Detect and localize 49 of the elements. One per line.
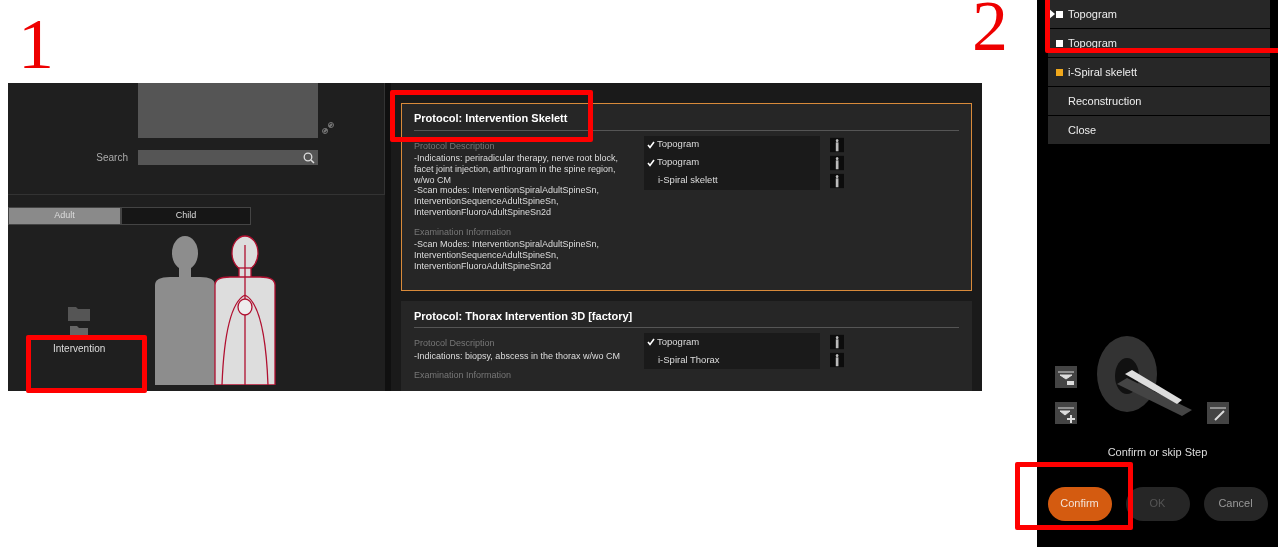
step-label: i-Spiral skelett — [658, 173, 718, 188]
step-label: i-Spiral Thorax — [658, 353, 720, 368]
workflow-step[interactable]: Reconstruction — [1048, 87, 1270, 115]
workflow-step[interactable]: Topogram — [1048, 0, 1270, 28]
section-text: -Scan Modes: InterventionSpiralAdultSpineSn, InterventionSequenceAdultSpineSn, InterventionFluoroAdultSpineSn2d — [414, 239, 601, 272]
annotation-number: 2 — [972, 0, 1008, 62]
step-label: Topogram — [1068, 6, 1117, 22]
section-heading: Protocol Description — [414, 139, 496, 153]
link-icon — [321, 121, 335, 135]
scan-icon — [829, 352, 844, 369]
search-label: Search — [95, 151, 128, 165]
step-label: Close — [1068, 122, 1097, 138]
step-label: Topogram — [1068, 35, 1117, 51]
status-message: Confirm or skip Step — [1106, 445, 1209, 460]
step-label: Topogram — [657, 335, 700, 350]
scan-icon — [829, 154, 844, 171]
table-icon — [1055, 366, 1077, 388]
protocol-title: Protocol: Thorax Intervention 3D [factory] — [414, 307, 959, 329]
protocol-card[interactable]: Protocol: Thorax Intervention 3D [factory] Protocol Description -Indications: biopsy, abscess in the thorax w/wo CM Examination Information Topogram i-Spiral Thorax — [401, 300, 972, 391]
scan-icon — [829, 136, 844, 153]
section-heading: Examination Information — [414, 225, 513, 239]
folder-item[interactable]: Intervention — [53, 341, 106, 356]
scan-icon — [829, 172, 844, 189]
step-label: Topogram — [657, 137, 700, 152]
section-heading: Protocol Description — [414, 337, 496, 351]
protocol-title: Protocol: Intervention Skelett — [414, 110, 959, 131]
step-label: Reconstruction — [1068, 93, 1142, 109]
folder-icon — [70, 325, 89, 337]
tab[interactable]: Child — [121, 207, 251, 225]
scan-step[interactable]: Topogram — [644, 333, 820, 352]
search-icon — [303, 151, 315, 164]
scan-step[interactable]: Topogram — [644, 135, 820, 154]
edit-icon — [1207, 402, 1229, 424]
section-text: -Indications: periradicular therapy, nerve root block, facet joint injection, arthrogram in the spine region, w/wo CM -Scan modes: InterventionSpiralAdultSpineSn, InterventionSequenceAdultSpineSn, InterventionFluoroAdultSpineSn2d — [414, 153, 619, 218]
folder-icon — [68, 305, 91, 321]
step-label: i-Spiral skelett — [1068, 64, 1138, 80]
scan-step[interactable]: i-Spiral Thorax — [644, 351, 820, 370]
section-heading: Examination Information — [414, 369, 513, 383]
table-move-icon — [1055, 402, 1077, 424]
workflow-step[interactable]: i-Spiral skelett — [1048, 58, 1270, 86]
workflow-step[interactable]: Close — [1048, 116, 1270, 144]
annotation-number: 1 — [18, 8, 54, 80]
action-button[interactable]: Cancel — [1203, 486, 1268, 521]
text-area[interactable] — [138, 83, 318, 138]
search-field[interactable] — [138, 150, 318, 165]
section-text: -Indications: biopsy, abscess in the thorax w/wo CM — [414, 350, 621, 362]
step-label: Topogram — [657, 155, 700, 170]
protocol-card[interactable] — [401, 103, 972, 291]
scan-icon — [829, 334, 844, 351]
